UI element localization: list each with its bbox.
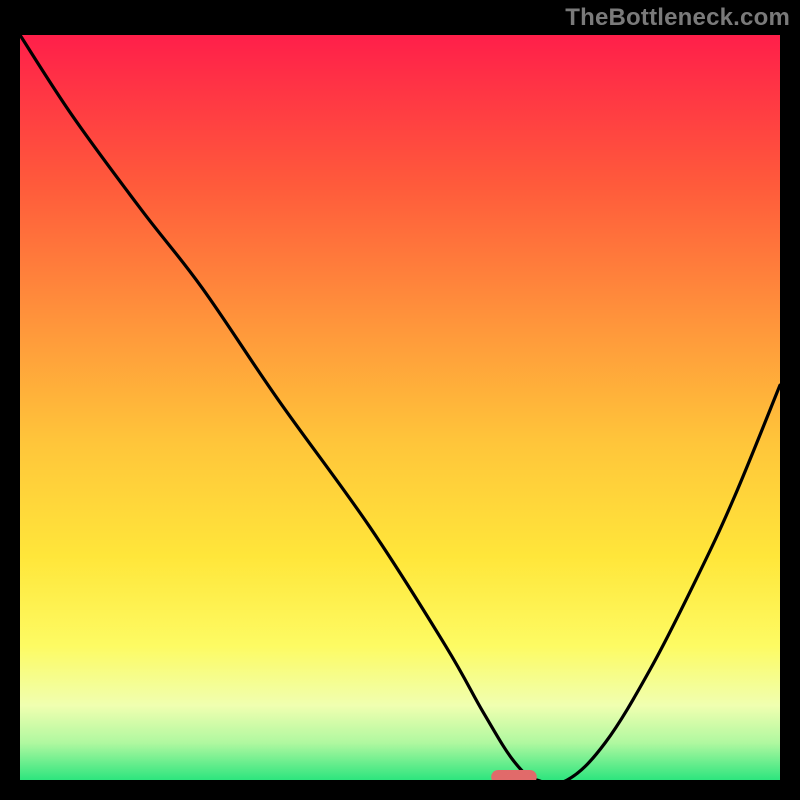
optimal-marker bbox=[491, 770, 537, 780]
chart-svg bbox=[20, 35, 780, 780]
gradient-background bbox=[20, 35, 780, 780]
chart-container: TheBottleneck.com bbox=[0, 0, 800, 800]
watermark-label: TheBottleneck.com bbox=[565, 4, 790, 32]
plot-area bbox=[20, 35, 780, 780]
